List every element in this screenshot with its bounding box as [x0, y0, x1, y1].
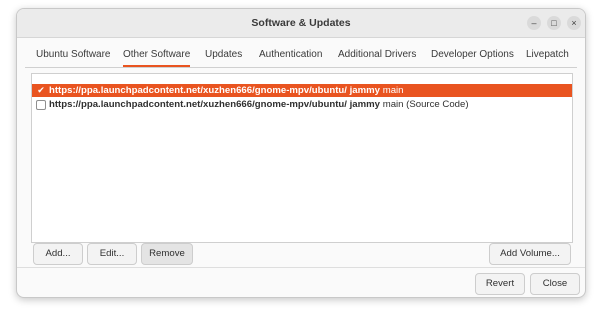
- sources-list[interactable]: ✔ https://ppa.launchpadcontent.net/xuzhe…: [31, 73, 573, 243]
- source-row[interactable]: ✔ https://ppa.launchpadcontent.net/xuzhe…: [32, 84, 572, 97]
- tab-authentication[interactable]: Authentication: [259, 45, 322, 65]
- minimize-button[interactable]: –: [527, 16, 541, 30]
- remove-button[interactable]: Remove: [141, 243, 193, 265]
- tab-additional-drivers[interactable]: Additional Drivers: [338, 45, 416, 65]
- tab-livepatch[interactable]: Livepatch: [526, 45, 569, 65]
- source-checkbox[interactable]: [36, 100, 46, 110]
- source-url: https://ppa.launchpadcontent.net/xuzhen6…: [49, 99, 347, 110]
- source-component: main: [382, 85, 404, 96]
- tab-updates[interactable]: Updates: [205, 45, 242, 65]
- source-checkbox[interactable]: ✔: [36, 86, 46, 95]
- software-updates-window: Software & Updates – □ × Ubuntu Software…: [16, 8, 586, 298]
- source-url: https://ppa.launchpadcontent.net/xuzhen6…: [49, 85, 347, 96]
- source-component: main (Source Code): [382, 99, 469, 110]
- tab-developer-options[interactable]: Developer Options: [431, 45, 514, 65]
- window-title: Software & Updates: [251, 17, 351, 29]
- edit-button[interactable]: Edit...: [87, 243, 137, 265]
- source-dist: jammy: [349, 85, 381, 96]
- title-bar[interactable]: Software & Updates – □ ×: [17, 9, 585, 38]
- maximize-button[interactable]: □: [547, 16, 561, 30]
- tab-other-software[interactable]: Other Software: [123, 45, 191, 67]
- tab-bar: Ubuntu Software Other Software Updates A…: [25, 45, 577, 68]
- footer-divider: [17, 267, 585, 268]
- close-window-button[interactable]: ×: [567, 16, 581, 30]
- add-volume-button[interactable]: Add Volume...: [489, 243, 571, 265]
- close-button[interactable]: Close: [530, 273, 580, 295]
- source-dist: jammy: [349, 99, 381, 110]
- add-button[interactable]: Add...: [33, 243, 83, 265]
- source-row[interactable]: https://ppa.launchpadcontent.net/xuzhen6…: [32, 98, 572, 111]
- tab-ubuntu-software[interactable]: Ubuntu Software: [36, 45, 111, 65]
- revert-button[interactable]: Revert: [475, 273, 525, 295]
